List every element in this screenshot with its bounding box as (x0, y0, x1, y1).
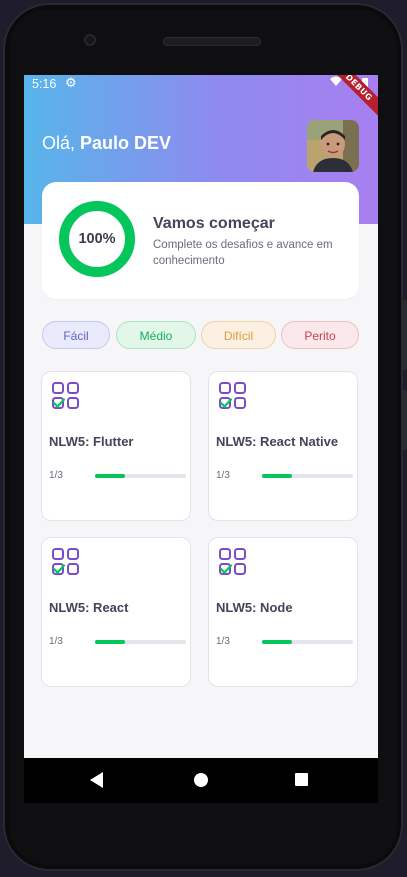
quiz-card[interactable]: NLW5: Node 1/3 (208, 537, 358, 687)
quiz-grid-check-icon (219, 548, 246, 575)
quiz-grid-check-icon (52, 548, 79, 575)
quiz-card[interactable]: NLW5: React Native 1/3 (208, 371, 358, 521)
quiz-title: NLW5: React (49, 600, 129, 615)
quiz-progress-fill (95, 640, 126, 644)
recent-apps-icon[interactable] (295, 773, 308, 786)
power-button (403, 390, 407, 450)
quiz-card[interactable]: NLW5: Flutter 1/3 (41, 371, 191, 521)
level-chip-facil[interactable]: Fácil (42, 321, 110, 349)
quiz-progress-bar (95, 474, 186, 478)
quiz-progress-fill (262, 474, 293, 478)
quiz-progress-fill (95, 474, 126, 478)
quiz-progress-bar (262, 640, 353, 644)
greeting-prefix: Olá, (42, 133, 81, 153)
app-screen: 5:16 ⚙ DEBUG Olá, Paulo DEV 100% Vamos c… (24, 75, 378, 758)
quiz-title: NLW5: Node (216, 600, 293, 615)
quiz-title: NLW5: Flutter (49, 434, 134, 449)
quiz-grid-check-icon (52, 382, 79, 409)
avatar[interactable] (307, 120, 359, 172)
quiz-card[interactable]: NLW5: React 1/3 (41, 537, 191, 687)
score-percent: 100% (78, 231, 116, 247)
quiz-progress-label: 1/3 (49, 636, 63, 647)
system-nav-bar (24, 758, 378, 803)
greeting: Olá, Paulo DEV (42, 133, 171, 154)
score-title: Vamos começar (153, 215, 275, 232)
quiz-progress-label: 1/3 (216, 636, 230, 647)
quiz-progress-bar (95, 640, 186, 644)
quiz-progress-label: 1/3 (49, 470, 63, 481)
phone-camera (84, 34, 96, 46)
quiz-title: NLW5: React Native (216, 434, 339, 449)
quiz-grid-check-icon (219, 382, 246, 409)
gear-icon: ⚙ (65, 76, 77, 91)
phone-speaker (163, 37, 261, 46)
score-card: 100% Vamos começar Complete os desafios … (42, 182, 359, 299)
status-time: 5:16 (32, 77, 57, 91)
level-chip-dificil[interactable]: Difícil (201, 321, 276, 349)
quiz-progress-bar (262, 474, 353, 478)
volume-button (403, 300, 407, 370)
level-chip-perito[interactable]: Perito (281, 321, 359, 349)
quiz-progress-fill (262, 640, 293, 644)
quiz-progress-label: 1/3 (216, 470, 230, 481)
back-icon[interactable] (90, 772, 103, 788)
user-name: Paulo DEV (80, 133, 172, 153)
level-chip-medio[interactable]: Médio (116, 321, 196, 349)
status-bar: 5:16 ⚙ (24, 75, 378, 95)
score-subtitle: Complete os desafios e avance em conheci… (153, 239, 333, 267)
home-icon[interactable] (194, 773, 208, 787)
